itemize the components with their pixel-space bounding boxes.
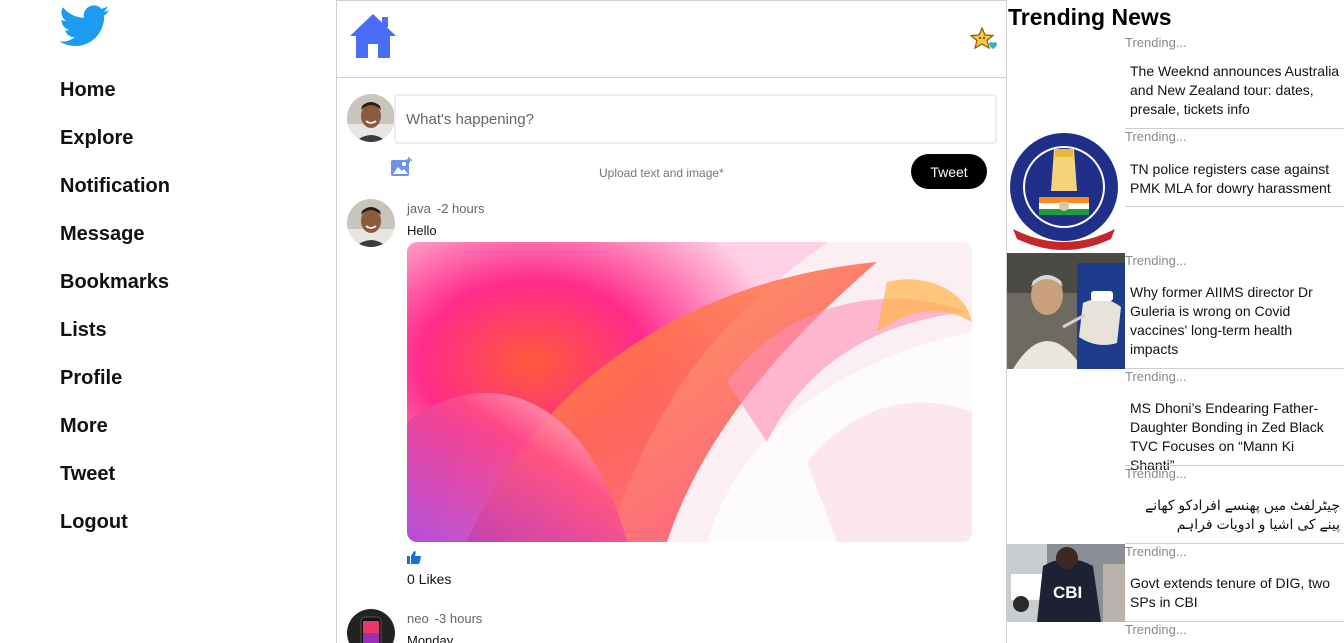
nav-lists[interactable]: Lists [60, 318, 170, 366]
post-image[interactable] [407, 242, 972, 542]
trending-panel: Trending News Trending... The Weeknd ann… [1007, 0, 1344, 643]
post-meta: java -2 hours [407, 201, 485, 216]
post-meta: neo -3 hours [407, 611, 482, 626]
tweet-button[interactable]: Tweet [911, 154, 987, 189]
trend-label: Trending... [1125, 369, 1187, 384]
trend-label: Trending... [1125, 35, 1187, 50]
svg-text:CBI: CBI [1053, 583, 1082, 602]
trend-headline[interactable]: Why former AIIMS director Dr Guleria is … [1130, 283, 1340, 359]
trend-item[interactable]: Trending... Why former AIIMS director Dr… [1007, 253, 1344, 369]
tamilnadu-police-emblem[interactable] [1007, 129, 1125, 253]
post-item: neo -3 hours Monday [337, 609, 1006, 643]
upload-hint: Upload text and image* [599, 166, 724, 180]
post-username[interactable]: java [407, 201, 431, 216]
post-text: Hello [407, 223, 437, 238]
compose-input[interactable] [394, 94, 997, 144]
vaccination-photo[interactable] [1007, 253, 1125, 369]
avatar[interactable] [347, 609, 395, 643]
divider [1125, 206, 1344, 207]
cbi-officer-photo[interactable]: CBI [1007, 544, 1125, 622]
trend-label: Trending... [1125, 622, 1187, 637]
post-time: -2 hours [436, 201, 485, 216]
post-item: java -2 hours Hello 0 Likes [337, 199, 1006, 599]
post-time: -3 hours [434, 611, 483, 626]
trend-label: Trending... [1125, 544, 1187, 559]
thumbs-up-icon[interactable] [407, 551, 421, 564]
trend-headline[interactable]: MS Dhoni’s Endearing Father-Daughter Bon… [1130, 399, 1340, 475]
home-icon[interactable] [348, 12, 398, 60]
nav-tweet[interactable]: Tweet [60, 462, 170, 510]
post-username[interactable]: neo [407, 611, 429, 626]
nav-profile[interactable]: Profile [60, 366, 170, 414]
like-count: 0 Likes [407, 571, 452, 587]
main-nav: Home Explore Notification Message Bookma… [60, 78, 170, 558]
nav-explore[interactable]: Explore [60, 126, 170, 174]
trend-item[interactable]: CBI Trending... Govt extends tenure of D… [1007, 544, 1344, 622]
trend-item[interactable]: Trending... TN police registers case aga… [1007, 129, 1344, 253]
image-upload-icon[interactable] [390, 157, 412, 177]
trend-headline[interactable]: TN police registers case against PMK MLA… [1130, 160, 1340, 198]
trend-label: Trending... [1125, 129, 1187, 144]
nav-message[interactable]: Message [60, 222, 170, 270]
twitter-bird-icon[interactable] [59, 4, 110, 48]
trend-item[interactable]: Trending... چیٹرلفٹ میں پھنسے افرادکو کھ… [1007, 466, 1344, 544]
trend-item[interactable]: Trending... MS Dhoni’s Endearing Father-… [1007, 369, 1344, 473]
sparkle-star-icon[interactable] [969, 26, 998, 53]
main-feed: Upload text and image* Tweet java -2 hour… [336, 0, 1007, 643]
trend-item[interactable]: Trending... The Weeknd announces Austral… [1007, 35, 1344, 129]
left-sidebar: Home Explore Notification Message Bookma… [0, 0, 336, 643]
nav-logout[interactable]: Logout [60, 510, 170, 558]
nav-bookmarks[interactable]: Bookmarks [60, 270, 170, 318]
avatar[interactable] [347, 199, 395, 247]
post-text: Monday [407, 633, 454, 643]
trending-title: Trending News [1008, 4, 1172, 30]
tweet-composer: Upload text and image* Tweet [337, 79, 1006, 194]
trend-headline[interactable]: چیٹرلفٹ میں پھنسے افرادکو کھانے پینے کی … [1130, 496, 1340, 534]
trend-label: Trending... [1125, 253, 1187, 268]
trend-headline[interactable]: Govt extends tenure of DIG, two SPs in C… [1130, 574, 1340, 612]
avatar[interactable] [347, 94, 395, 142]
feed-header [337, 1, 1006, 78]
nav-more[interactable]: More [60, 414, 170, 462]
nav-notification[interactable]: Notification [60, 174, 170, 222]
nav-home[interactable]: Home [60, 78, 170, 126]
trend-headline[interactable]: The Weeknd announces Australia and New Z… [1130, 62, 1340, 119]
trend-label: Trending... [1125, 466, 1187, 481]
trend-item[interactable]: Trending... [1007, 622, 1344, 643]
